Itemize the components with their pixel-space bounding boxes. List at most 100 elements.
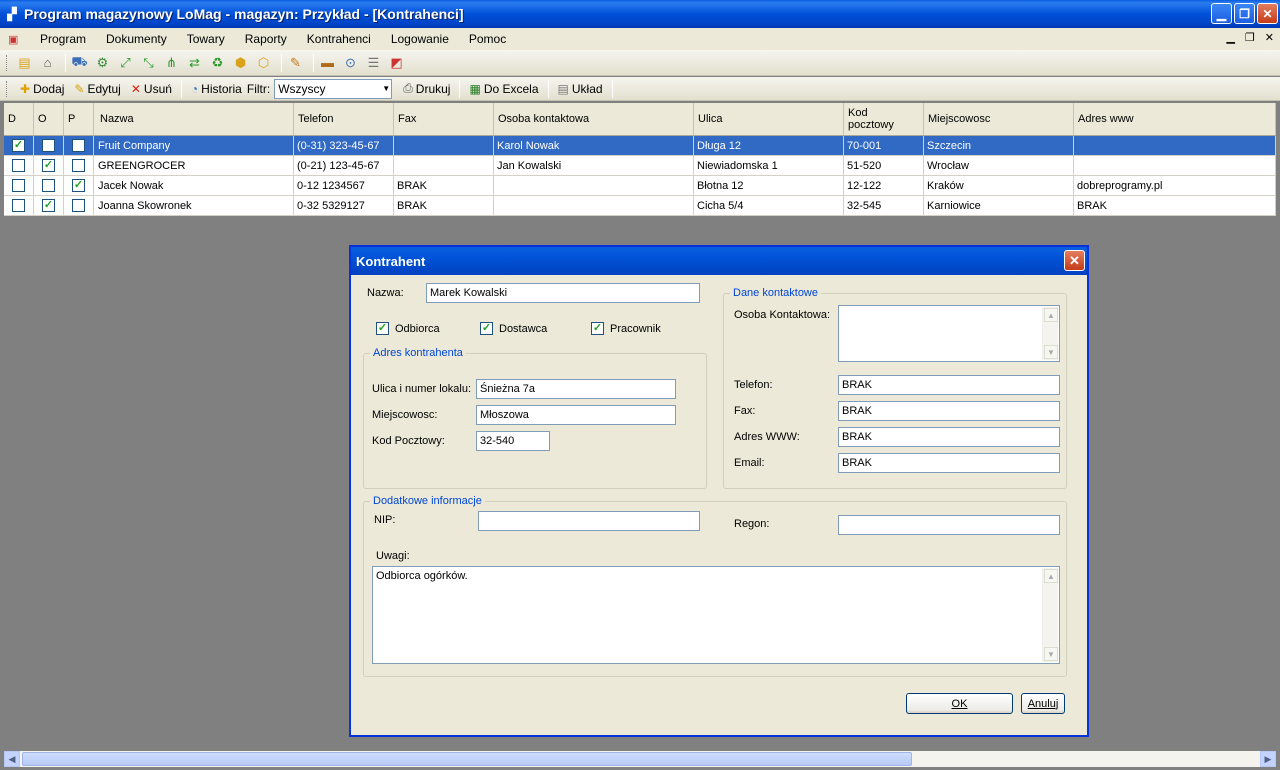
checkbox-unchecked-icon[interactable]	[12, 199, 25, 212]
column-header-nazwa[interactable]: Nazwa	[94, 103, 294, 135]
website-field[interactable]: BRAK	[838, 427, 1060, 447]
checkbox-unchecked-icon[interactable]	[72, 199, 85, 212]
cancel-button[interactable]: Anuluj	[1021, 693, 1065, 714]
column-header-fax[interactable]: Fax	[394, 103, 494, 135]
column-header-telefon[interactable]: Telefon	[294, 103, 394, 135]
column-header-www[interactable]: Adres www	[1074, 103, 1276, 135]
street-field[interactable]: Śnieżna 7a	[476, 379, 676, 399]
scroll-down-icon[interactable]: ▼	[1044, 647, 1058, 661]
filter-dropdown[interactable]: Wszyscy ▼	[274, 78, 393, 99]
mdi-close-button[interactable]: ✕	[1265, 31, 1274, 44]
menu-logowanie[interactable]: Logowanie	[383, 32, 461, 46]
regon-field[interactable]	[838, 515, 1060, 535]
horizontal-scrollbar[interactable]: ◀ ▶	[4, 751, 1276, 767]
close-button[interactable]: ✕	[1257, 3, 1278, 24]
mdi-restore-button[interactable]: ❐	[1245, 31, 1255, 44]
delivery-truck-icon[interactable]: ⛟	[70, 54, 89, 72]
checkbox-unchecked-icon[interactable]	[72, 159, 85, 172]
contact-person-field[interactable]: ▲ ▼	[838, 305, 1060, 362]
checkbox-checked-icon[interactable]: ✓	[42, 199, 55, 212]
add-button[interactable]: ✚ Dodaj	[15, 82, 69, 96]
phone-field[interactable]: BRAK	[838, 375, 1060, 395]
checkbox-unchecked-icon[interactable]	[42, 179, 55, 192]
menu-raporty[interactable]: Raporty	[237, 32, 299, 46]
cell-o[interactable]	[34, 176, 64, 195]
scroll-up-icon[interactable]: ▲	[1044, 569, 1058, 583]
menu-program[interactable]: Program	[32, 32, 98, 46]
minimize-button[interactable]: ▁	[1211, 3, 1232, 24]
dialog-close-button[interactable]: ✕	[1064, 250, 1085, 271]
goods-receipt-icon[interactable]: ⚙	[93, 54, 112, 72]
column-header-osoba[interactable]: Osoba kontaktowa	[494, 103, 694, 135]
cell-d[interactable]	[4, 176, 34, 195]
edit-document-icon[interactable]: ✎	[286, 54, 305, 72]
delete-button[interactable]: ✕ Usuń	[126, 82, 177, 96]
cell-p[interactable]: ✓	[64, 176, 94, 195]
scroll-up-icon[interactable]: ▲	[1044, 308, 1058, 322]
checkbox-checked-icon[interactable]: ✓	[12, 139, 25, 152]
cell-d[interactable]: ✓	[4, 136, 34, 155]
nip-field[interactable]	[478, 511, 700, 531]
checkbox-unchecked-icon[interactable]	[12, 179, 25, 192]
chevron-down-icon[interactable]: ▼	[381, 80, 391, 98]
collapse-icon[interactable]: ⤡	[139, 54, 158, 72]
menu-pomoc[interactable]: Pomoc	[461, 32, 518, 46]
cell-o[interactable]: ✓	[34, 156, 64, 175]
cell-p[interactable]	[64, 156, 94, 175]
open-folder-icon[interactable]: ▤	[15, 54, 34, 72]
scrollbar-thumb[interactable]	[22, 752, 912, 766]
scroll-right-icon[interactable]: ▶	[1260, 751, 1276, 767]
postal-code-field[interactable]: 32-540	[476, 431, 550, 451]
table-row[interactable]: ✓ Fruit Company (0-31) 323-45-67 Karol Nowa…	[4, 136, 1276, 156]
checkbox-checked-icon[interactable]: ✓	[42, 159, 55, 172]
layout-button[interactable]: ▤ Układ	[553, 82, 608, 96]
checkbox-unchecked-icon[interactable]	[72, 139, 85, 152]
checkbox-unchecked-icon[interactable]	[12, 159, 25, 172]
menu-kontrahenci[interactable]: Kontrahenci	[299, 32, 383, 46]
expand-icon[interactable]: ⤢	[116, 54, 135, 72]
column-header-p[interactable]: P	[64, 103, 94, 135]
search-document-icon[interactable]: ⊙	[341, 54, 360, 72]
warehouse-icon[interactable]: ⌂	[38, 54, 57, 72]
checkbox-unchecked-icon[interactable]	[42, 139, 55, 152]
package-icon[interactable]: ⬢	[231, 54, 250, 72]
cell-d[interactable]	[4, 156, 34, 175]
history-button[interactable]: ◔ Historia	[186, 82, 247, 96]
column-header-kod[interactable]: Kod pocztowy	[844, 103, 924, 135]
column-header-miejscowosc[interactable]: Miejscowosc	[924, 103, 1074, 135]
column-header-d[interactable]: D	[4, 103, 34, 135]
export-excel-button[interactable]: ▦ Do Excela	[464, 82, 543, 96]
chart-icon[interactable]: ◩	[387, 54, 406, 72]
column-header-ulica[interactable]: Ulica	[694, 103, 844, 135]
split-icon[interactable]: ⋔	[162, 54, 181, 72]
city-field[interactable]: Młoszowa	[476, 405, 676, 425]
transfer-icon[interactable]: ⇄	[185, 54, 204, 72]
notes-scrollbar[interactable]: ▲ ▼	[1042, 568, 1058, 662]
notes-field[interactable]: Odbiorca ogórków. ▲ ▼	[372, 566, 1060, 664]
menu-dokumenty[interactable]: Dokumenty	[98, 32, 179, 46]
print-button[interactable]: ⎙ Drukuj	[398, 81, 455, 96]
recycle-icon[interactable]: ♻	[208, 54, 227, 72]
column-header-o[interactable]: O	[34, 103, 64, 135]
cell-p[interactable]	[64, 136, 94, 155]
mdi-child-icon[interactable]: ▣	[8, 33, 24, 46]
fax-field[interactable]: BRAK	[838, 401, 1060, 421]
menu-towary[interactable]: Towary	[179, 32, 237, 46]
edit-button[interactable]: ✎ Edytuj	[69, 82, 125, 96]
scroll-down-icon[interactable]: ▼	[1044, 345, 1058, 359]
contact-person-scrollbar[interactable]: ▲ ▼	[1042, 307, 1058, 360]
list-icon[interactable]: ☰	[364, 54, 383, 72]
employee-checkbox[interactable]: ✓ Pracownik	[591, 322, 661, 335]
scroll-left-icon[interactable]: ◀	[4, 751, 20, 767]
cell-d[interactable]	[4, 196, 34, 215]
cell-o[interactable]	[34, 136, 64, 155]
mdi-minimize-button[interactable]: ▁	[1226, 31, 1234, 44]
table-row[interactable]: ✓ Joanna Skowronek 0-32 5329127 BRAK Cicha 5…	[4, 196, 1276, 216]
cell-o[interactable]: ✓	[34, 196, 64, 215]
cell-p[interactable]	[64, 196, 94, 215]
checkbox-checked-icon[interactable]: ✓	[72, 179, 85, 192]
supplier-checkbox[interactable]: ✓ Dostawca	[480, 322, 547, 335]
email-field[interactable]: BRAK	[838, 453, 1060, 473]
ok-button[interactable]: OK	[906, 693, 1013, 714]
table-row[interactable]: ✓ Jacek Nowak 0-12 1234567 BRAK Błotna 12 12-…	[4, 176, 1276, 196]
